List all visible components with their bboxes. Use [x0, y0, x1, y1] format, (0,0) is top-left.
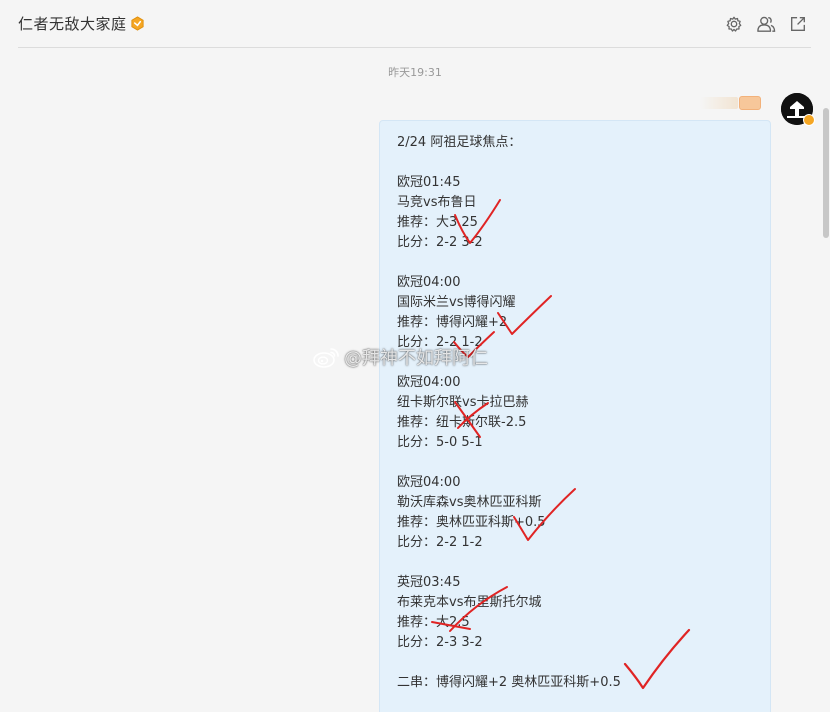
- sender-name-blurred: [700, 97, 738, 109]
- sender-avatar[interactable]: [781, 93, 815, 126]
- group-title: 仁者无敌大家庭: [18, 15, 127, 33]
- group-members-icon: [757, 16, 776, 32]
- header-actions: [724, 14, 808, 34]
- group-members-button[interactable]: [756, 14, 776, 34]
- message-line: 国际米兰vs博得闪耀: [397, 295, 516, 310]
- watermark: @拜神不如拜阿仁: [312, 344, 488, 370]
- message-line: 推荐：大3.25: [397, 215, 478, 230]
- verified-badge-icon: [803, 114, 815, 126]
- settings-button[interactable]: [724, 14, 744, 34]
- message-line: 比分：2-2 1-2: [397, 535, 483, 550]
- chat-scrollbar[interactable]: [822, 108, 830, 248]
- message-line: 欧冠04:00: [397, 475, 461, 490]
- message-line: 比分：2-3 3-2: [397, 635, 483, 650]
- header-divider: [18, 47, 811, 48]
- message-line: 欧冠01:45: [397, 175, 461, 190]
- message-timestamp: 昨天19:31: [388, 66, 442, 79]
- message-line: 布莱克本vs布里斯托尔城: [397, 595, 542, 610]
- message-line: 马竞vs布鲁日: [397, 195, 477, 210]
- message-line: 推荐：大2.5: [397, 615, 470, 630]
- message-line: 比分：2-2 3-2: [397, 235, 483, 250]
- watermark-text: @拜神不如拜阿仁: [344, 348, 488, 369]
- message-line: 2/24 阿祖足球焦点：: [397, 135, 522, 150]
- scroll-thumb[interactable]: [823, 108, 829, 238]
- message-line: 欧冠04:00: [397, 375, 461, 390]
- popout-button[interactable]: [788, 14, 808, 34]
- popout-icon: [791, 17, 805, 31]
- message-line: 推荐：奥林匹亚科斯+0.5: [397, 515, 546, 530]
- message-line: 纽卡斯尔联vs卡拉巴赫: [397, 395, 529, 410]
- message-line: 欧冠04:00: [397, 275, 461, 290]
- message-line: 推荐：博得闪耀+2: [397, 315, 508, 330]
- group-badge-icon: [130, 16, 144, 31]
- chat-header: 仁者无敌大家庭: [0, 0, 830, 48]
- weibo-logo-icon: [313, 348, 339, 368]
- message-line: 推荐：纽卡斯尔联-2.5: [397, 415, 527, 430]
- chat-window: 仁者无敌大家庭 昨天19:31 2/24 阿祖足球焦点： 欧冠01:45 马竞v…: [0, 0, 830, 712]
- message-bubble[interactable]: 2/24 阿祖足球焦点： 欧冠01:45 马竞vs布鲁日 推荐：大3.25 比分：2-2…: [379, 120, 771, 712]
- group-title-area: 仁者无敌大家庭: [18, 13, 145, 34]
- sender-level-badge: [739, 96, 761, 110]
- settings-icon: [726, 16, 742, 32]
- message-line: 英冠03:45: [397, 575, 461, 590]
- message-line: 二串：博得闪耀+2 奥林匹亚科斯+0.5: [397, 675, 621, 690]
- message-line: 比分：5-0 5-1: [397, 435, 483, 450]
- message-line: 勒沃库森vs奥林匹亚科斯: [397, 495, 542, 510]
